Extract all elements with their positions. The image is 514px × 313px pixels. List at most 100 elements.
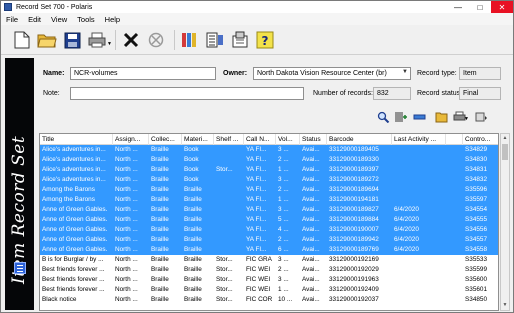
maximize-button[interactable]: □ [469,1,491,13]
table-row[interactable]: Alice's adventures in... North ... Braille… [40,145,498,155]
table-row[interactable]: Best friends forever ... North ... Braille… [40,265,498,275]
cell-shelf: Stor... [216,296,233,303]
minimize-button[interactable]: — [447,1,469,13]
table-row[interactable]: Anne of Green Gables. North ... Braille Bra… [40,245,498,255]
name-field[interactable]: NCR-volumes [70,67,216,80]
cell-status: Avai... [302,236,320,243]
table-row[interactable]: Alice's adventures in... North ... Braille… [40,155,498,165]
table-row[interactable]: Anne of Green Gables. North ... Braille Bra… [40,225,498,235]
save-button[interactable] [61,29,83,51]
cell-barcode: 33129000189942 [329,236,379,243]
help-question-icon: ? [256,31,274,49]
add-items-button[interactable] [394,111,408,123]
cell-assigned: North ... [115,256,138,263]
table-row[interactable]: Anne of Green Gables. North ... Braille Bra… [40,215,498,225]
grid-print-button[interactable]: ▼ [452,111,469,123]
cell-last-activity [392,195,446,205]
cell-shelf: Stor... [216,166,233,173]
owner-select[interactable]: North Dakota Vision Resource Center (br)… [253,67,411,80]
column-header-last-activity[interactable]: Last Activity ... [392,134,446,145]
record-type-field: Item [459,67,501,80]
cell-last-activity [392,185,446,195]
cell-material: Braille [184,196,202,203]
column-header-material[interactable]: Materi... [182,134,214,145]
menu-file[interactable]: File [1,15,23,24]
cell-material: Braille [184,216,202,223]
grid-print-dropdown-icon[interactable]: ▼ [464,116,469,122]
scroll-up-arrow-icon[interactable]: ▲ [501,134,509,143]
cell-shelf [214,225,244,235]
column-header-call-number[interactable]: Call N... [244,134,276,145]
remove-items-button[interactable] [412,111,426,123]
cell-call-number: YA FI... [246,146,267,153]
scroll-down-arrow-icon[interactable]: ▼ [501,301,509,310]
cell-barcode: 33129000192029 [329,266,379,273]
column-header-collection[interactable]: Collec... [149,134,182,145]
column-header-status[interactable]: Status [300,134,327,145]
table-row[interactable]: Best friends forever ... North ... Braille… [40,275,498,285]
print-button[interactable]: ▼ [86,29,112,51]
menu-view[interactable]: View [46,15,72,24]
note-field[interactable] [70,87,304,100]
menu-edit[interactable]: Edit [23,15,46,24]
cell-collection: Braille [151,156,169,163]
grid-vertical-scrollbar[interactable]: ▲ ▼ [500,133,510,311]
open-record-button[interactable] [434,111,448,123]
column-header-blank[interactable] [446,134,463,145]
cell-assigned: North ... [115,146,138,153]
table-row[interactable]: Among the Barons North ... Braille Braille Y… [40,185,498,195]
column-header-title[interactable]: Title [40,134,113,145]
cell-shelf [214,145,244,155]
cell-shelf [214,195,244,205]
cell-shelf: Stor... [216,256,233,263]
svg-text:?: ? [262,34,269,48]
table-row[interactable]: Black notice North ... Braille Braille Stor.… [40,295,498,305]
cell-collection: Braille [151,146,169,153]
cell-blank [446,255,463,265]
table-row[interactable]: Anne of Green Gables. North ... Braille Bra… [40,205,498,215]
help-button[interactable]: ? [254,29,276,51]
delete-button[interactable] [120,29,142,51]
barcode-button[interactable] [204,29,226,51]
column-header-volume[interactable]: Vol... [276,134,300,145]
cell-shelf [214,175,244,185]
table-row[interactable]: Alice's adventures in... North ... Braille… [40,165,498,175]
cancel-button[interactable] [145,29,167,51]
print-dropdown-arrow-icon[interactable]: ▼ [107,41,112,47]
cell-last-activity [392,295,446,305]
close-button[interactable]: ✕ [491,1,513,13]
menu-help[interactable]: Help [100,15,125,24]
cell-control: S34556 [465,226,488,233]
cell-material: Book [184,146,199,153]
cell-control: S34557 [465,236,488,243]
menu-tools[interactable]: Tools [72,15,100,24]
grid-header: Title Assign... Collec... Materi... Shel… [40,134,498,145]
cell-collection: Braille [151,256,169,263]
cell-blank [446,295,463,305]
column-header-shelf[interactable]: Shelf ... [214,134,244,145]
cell-status: Avai... [302,176,320,183]
properties-button[interactable] [229,29,251,51]
cell-collection: Braille [151,206,169,213]
new-button[interactable] [11,29,33,51]
window-controls: — □ ✕ [447,1,513,13]
records-grid: Title Assign... Collec... Materi... Shel… [39,133,499,311]
cell-last-activity: 6/4/2020 [394,206,419,213]
column-header-assigned[interactable]: Assign... [113,134,149,145]
find-button[interactable] [376,111,390,123]
table-row[interactable]: Alice's adventures in... North ... Braille… [40,175,498,185]
grid-options-button[interactable] [474,111,488,123]
table-row[interactable]: Best friends forever ... North ... Braille… [40,285,498,295]
column-header-barcode[interactable]: Barcode [327,134,392,145]
cell-control: S35599 [465,266,488,273]
cell-control: S34555 [465,216,488,223]
table-row[interactable]: Among the Barons North ... Braille Braille Y… [40,195,498,205]
scroll-thumb[interactable] [502,144,508,160]
records-button[interactable] [179,29,201,51]
table-row[interactable]: B is for Burglar / by ... North ... Braill… [40,255,498,265]
open-button[interactable] [36,29,58,51]
cell-assigned: North ... [115,156,138,163]
table-row[interactable]: Anne of Green Gables. North ... Braille Bra… [40,235,498,245]
cell-call-number: YA FI... [246,226,267,233]
column-header-control[interactable]: Contro... [463,134,498,145]
